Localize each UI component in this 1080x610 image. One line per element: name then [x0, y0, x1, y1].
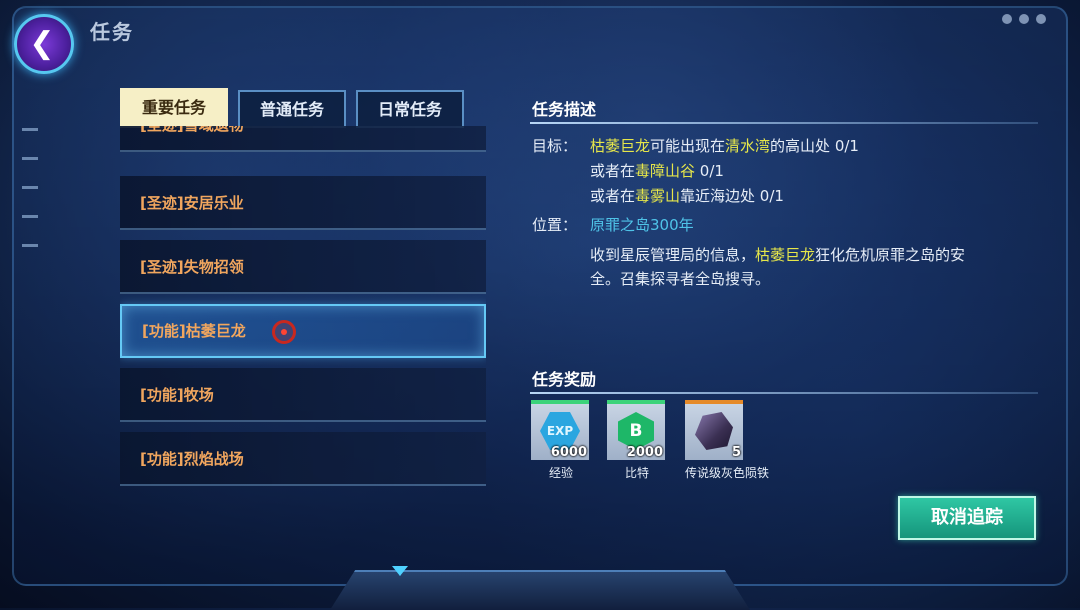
meteorite-ore-icon [695, 412, 733, 450]
page-title: 任务 [90, 20, 134, 44]
quest-item[interactable]: [功能]牧场 [120, 368, 486, 422]
reward-count: 5 [731, 445, 741, 460]
tab-normal[interactable]: 普通任务 [238, 90, 347, 128]
quest-item[interactable]: [功能]烈焰战场 [120, 432, 486, 486]
quest-item[interactable]: [圣迹]失物招领 [120, 240, 486, 294]
reward-item[interactable]: 5 传说级灰色陨铁 [685, 400, 770, 481]
description-body-line-2: 全。召集探寻者全岛搜寻。 [590, 270, 771, 288]
quest-item-label: [功能]枯萎巨龙 [142, 322, 246, 340]
description-title: 任务描述 [532, 100, 597, 119]
tab-daily[interactable]: 日常任务 [356, 90, 465, 128]
chevron-left-icon: ❮ [29, 26, 55, 61]
cancel-tracking-button[interactable]: 取消追踪 [898, 496, 1036, 540]
target-line-1: 枯萎巨龙可能出现在清水湾的高山处 0/1 [590, 137, 859, 155]
divider [530, 122, 1038, 124]
target-label: 目标： [532, 137, 578, 155]
side-decoration [22, 128, 38, 247]
target-line-2: 或者在毒障山谷 0/1 [590, 162, 724, 180]
reward-label: 传说级灰色陨铁 [685, 466, 770, 480]
reward-item[interactable]: EXP 6000 经验 [531, 400, 591, 481]
bottom-decoration [330, 570, 750, 610]
reward-count: 2000 [626, 445, 663, 460]
quest-list[interactable]: [圣迹]雪域遗物 [圣迹]安居乐业 [圣迹]失物招领 [功能]枯萎巨龙 [功能]… [120, 126, 486, 490]
tracking-marker-icon [272, 320, 296, 344]
rewards-title: 任务奖励 [532, 370, 597, 389]
location-value: 原罪之岛300年 [590, 216, 694, 234]
tab-important[interactable]: 重要任务 [120, 88, 229, 128]
reward-label: 比特 [624, 466, 649, 480]
reward-label: 经验 [548, 466, 573, 480]
quest-item[interactable]: [圣迹]雪域遗物 [120, 126, 486, 152]
window-dots-icon [1002, 14, 1046, 24]
target-line-3: 或者在毒雾山靠近海边处 0/1 [590, 187, 784, 205]
quest-item[interactable]: [圣迹]安居乐业 [120, 176, 486, 230]
description-body-line-1: 收到星辰管理局的信息，枯萎巨龙狂化危机原罪之岛的安 [590, 246, 966, 264]
location-label: 位置： [532, 216, 578, 234]
reward-item[interactable]: B 2000 比特 [607, 400, 667, 481]
divider [530, 392, 1038, 394]
reward-count: 6000 [550, 445, 587, 460]
quest-tabs: 重要任务 普通任务 日常任务 [120, 88, 465, 128]
quest-item-selected[interactable]: [功能]枯萎巨龙 [120, 304, 486, 358]
back-button[interactable]: ❮ [14, 14, 74, 74]
